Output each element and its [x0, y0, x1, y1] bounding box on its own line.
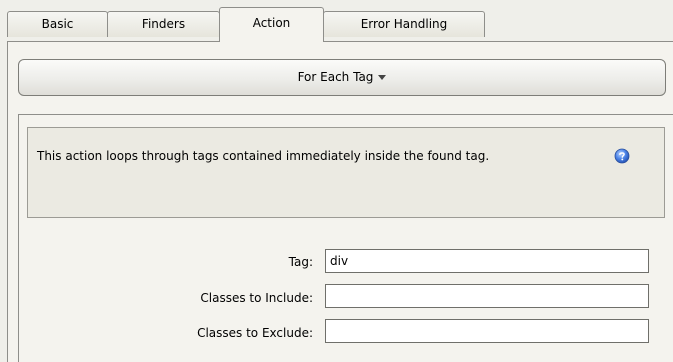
action-type-dropdown[interactable]: For Each Tag: [18, 59, 666, 96]
help-icon[interactable]: [614, 148, 630, 164]
tab-finders[interactable]: Finders: [107, 11, 220, 37]
classes-include-label: Classes to Include:: [200, 291, 313, 305]
classes-exclude-label: Classes to Exclude:: [197, 326, 313, 340]
action-description-box: This action loops through tags contained…: [27, 127, 665, 218]
tab-action-label: Action: [252, 16, 291, 30]
tab-finders-label: Finders: [141, 17, 186, 31]
tag-input[interactable]: [325, 249, 649, 273]
classes-exclude-input[interactable]: [325, 319, 649, 343]
tab-basic-label: Basic: [41, 17, 74, 31]
chevron-down-icon: [378, 75, 387, 80]
tab-error-handling-label: Error Handling: [360, 17, 448, 31]
tab-action[interactable]: Action: [219, 7, 324, 42]
action-description-text: This action loops through tags contained…: [37, 149, 490, 163]
tab-basic[interactable]: Basic: [7, 11, 108, 37]
tag-label: Tag:: [288, 255, 313, 269]
action-settings-window: Basic Finders Action Error Handling For …: [0, 0, 673, 362]
classes-include-input[interactable]: [325, 284, 649, 308]
action-type-label: For Each Tag: [297, 70, 374, 84]
tab-error-handling[interactable]: Error Handling: [323, 11, 485, 37]
